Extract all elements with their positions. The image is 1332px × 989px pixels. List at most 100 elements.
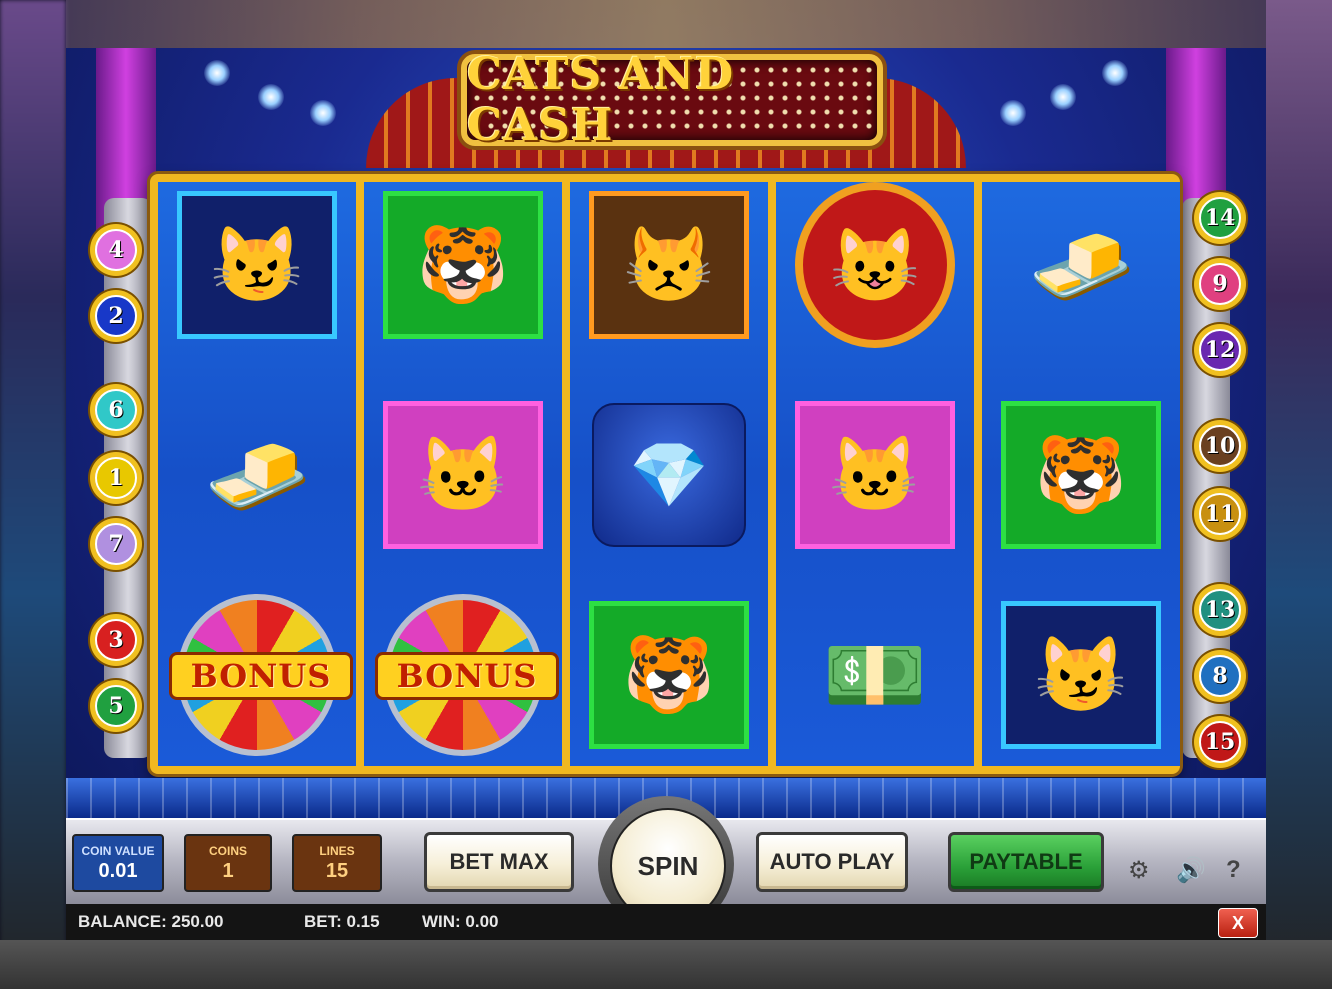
coins-value: 1	[222, 859, 234, 882]
lines-value: 15	[325, 859, 349, 882]
boss-cat-icon: 😾	[622, 223, 716, 306]
payline-number: 1	[95, 457, 137, 499]
symbol-tiger-cat: 🐯	[589, 600, 749, 750]
slot-game-window: CATS AND CASH 😼 🧈 BONUS 🐯 🐱 BONUS 😾 💎 🐯 …	[66, 48, 1266, 940]
coin-value-label: COIN VALUE	[81, 843, 155, 858]
background-blur-left	[0, 0, 66, 989]
payline-indicator-right[interactable]: 8	[1194, 650, 1246, 702]
payline-indicator-left[interactable]: 6	[90, 384, 142, 436]
symbol-tiger-cat: 🐯	[383, 190, 543, 340]
reel-4: 😺 🐱 💵	[776, 182, 974, 766]
payline-indicator-right[interactable]: 11	[1194, 488, 1246, 540]
payline-number: 6	[95, 389, 137, 431]
tiger-cat-icon: 🐯	[1034, 433, 1128, 516]
host-cat-icon: 😺	[795, 182, 955, 348]
reel-3: 😾 💎 🐯	[570, 182, 768, 766]
symbol-fluffy-cat: 🐱	[795, 400, 955, 550]
symbol-tile: 🐯	[383, 191, 543, 339]
coin-value: 0.01	[98, 859, 138, 882]
reel-separator	[768, 182, 776, 766]
symbol-tile: 😼	[177, 191, 337, 339]
stage-light	[1050, 84, 1076, 110]
symbol-tile: 🐯	[589, 601, 749, 749]
coins-box[interactable]: COINS 1	[184, 834, 272, 892]
symbol-diva-cat: 😼	[177, 190, 337, 340]
money-stacks-icon: 💵	[822, 628, 928, 722]
paytable-button[interactable]: PAYTABLE	[948, 832, 1104, 892]
payline-indicator-right[interactable]: 12	[1194, 324, 1246, 376]
symbol-tile: 🐯	[1001, 401, 1161, 549]
stage-light	[1000, 100, 1026, 126]
payline-number: 4	[95, 229, 137, 271]
diamond-necklace-icon: 💎	[592, 403, 746, 547]
payline-indicator-left[interactable]: 7	[90, 518, 142, 570]
bonus-label: BONUS	[169, 652, 353, 700]
payline-indicator-left[interactable]: 1	[90, 452, 142, 504]
payline-indicator-right[interactable]: 15	[1194, 716, 1246, 768]
payline-indicator-left[interactable]: 3	[90, 614, 142, 666]
payline-indicator-left[interactable]: 2	[90, 290, 142, 342]
symbol-gold-bars: 🧈	[1001, 190, 1161, 340]
background-blur-top	[66, 0, 1266, 48]
reel-2: 🐯 🐱 BONUS	[364, 182, 562, 766]
tiger-cat-icon: 🐯	[622, 633, 716, 716]
bonus-wheel-icon: BONUS	[375, 594, 559, 756]
gold-bars-icon: 🧈	[1028, 218, 1134, 312]
reel-5: 🧈 🐯 😼	[982, 182, 1180, 766]
payline-number: 12	[1199, 329, 1241, 371]
close-button[interactable]: X	[1218, 908, 1258, 938]
win-text: WIN: 0.00	[422, 912, 499, 931]
stage-light	[204, 60, 230, 86]
symbol-tiger-cat: 🐯	[1001, 400, 1161, 550]
payline-number: 2	[95, 295, 137, 337]
tiger-cat-icon: 🐯	[416, 223, 510, 306]
payline-number: 15	[1199, 721, 1241, 763]
payline-number: 5	[95, 685, 137, 727]
control-bar: COIN VALUE 0.01 COINS 1 LINES 15 BET MAX…	[66, 796, 1266, 932]
symbol-bonus-wheel: BONUS	[375, 594, 559, 756]
reel-separator	[974, 182, 982, 766]
title-marquee: CATS AND CASH	[366, 48, 966, 168]
fluffy-cat-icon: 🐱	[416, 433, 510, 516]
symbol-tile: 🐱	[795, 401, 955, 549]
payline-number: 3	[95, 619, 137, 661]
coins-label: COINS	[208, 843, 247, 858]
payline-number: 11	[1199, 493, 1241, 535]
bet-text: BET: 0.15	[304, 912, 380, 931]
symbol-host-cat: 😺	[795, 182, 955, 348]
payline-number: 9	[1199, 263, 1241, 305]
symbol-tile: 🐱	[383, 401, 543, 549]
bet-max-button[interactable]: BET MAX	[424, 832, 574, 892]
payline-indicator-right[interactable]: 9	[1194, 258, 1246, 310]
stage-light	[310, 100, 336, 126]
symbol-tile: 😾	[589, 191, 749, 339]
payline-number: 13	[1199, 589, 1241, 631]
gold-bars-icon: 🧈	[204, 428, 310, 522]
symbol-bonus-wheel: BONUS	[169, 594, 353, 756]
symbol-gold-bars: 🧈	[177, 400, 337, 550]
sound-icon[interactable]: 🔊	[1176, 856, 1206, 885]
lines-label: LINES	[319, 843, 355, 858]
bonus-wheel-icon: BONUS	[169, 594, 353, 756]
reel-separator	[562, 182, 570, 766]
lines-box[interactable]: LINES 15	[292, 834, 382, 892]
payline-indicator-right[interactable]: 14	[1194, 192, 1246, 244]
payline-indicator-right[interactable]: 10	[1194, 420, 1246, 472]
reel-1: 😼 🧈 BONUS	[158, 182, 356, 766]
reel-separator	[356, 182, 364, 766]
reels-frame: 😼 🧈 BONUS 🐯 🐱 BONUS 😾 💎 🐯 😺 🐱 💵 🧈 🐯 😼	[150, 174, 1180, 774]
settings-icon[interactable]: ⚙	[1128, 856, 1150, 885]
payline-indicator-left[interactable]: 5	[90, 680, 142, 732]
background-blur-bottom	[0, 940, 1332, 989]
fluffy-cat-icon: 🐱	[828, 433, 922, 516]
payline-indicator-left[interactable]: 4	[90, 224, 142, 276]
symbol-money-stacks: 💵	[795, 600, 955, 750]
payline-indicator-right[interactable]: 13	[1194, 584, 1246, 636]
auto-play-button[interactable]: AUTO PLAY	[756, 832, 908, 892]
diva-cat-icon: 😼	[1034, 633, 1128, 716]
bonus-label: BONUS	[375, 652, 559, 700]
coin-value-box[interactable]: COIN VALUE 0.01	[72, 834, 164, 892]
stage-light	[1102, 60, 1128, 86]
balance-text: BALANCE: 250.00	[78, 912, 224, 931]
help-icon[interactable]: ?	[1226, 856, 1241, 884]
